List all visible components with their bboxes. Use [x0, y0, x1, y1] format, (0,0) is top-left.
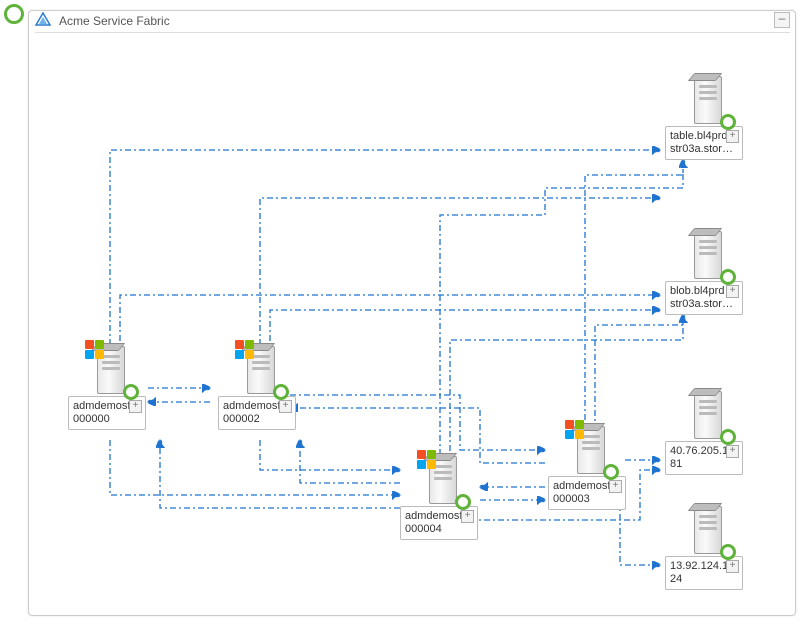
node-name-line2: str03a.stor…: [670, 143, 733, 155]
status-ring-icon: [123, 384, 139, 400]
status-ring-icon: [455, 494, 471, 510]
node-admdemosf-000000[interactable]: admdemosf 000000 +: [68, 340, 146, 430]
node-name-line1: admdemosf: [73, 400, 130, 412]
node-name-line2: 24: [670, 573, 682, 585]
node-label: admdemosf 000002 +: [218, 396, 296, 430]
node-label: admdemosf 000003 +: [548, 476, 626, 510]
node-ip-13-92-124-124[interactable]: 13.92.124.1 24 +: [665, 500, 743, 590]
expand-node-button[interactable]: +: [726, 560, 739, 573]
status-ring-icon: [603, 464, 619, 480]
node-label: 13.92.124.1 24 +: [665, 556, 743, 590]
server-icon: [680, 500, 728, 552]
server-icon: [415, 450, 463, 502]
expand-node-button[interactable]: +: [129, 400, 142, 413]
panel-title: Acme Service Fabric: [59, 14, 170, 28]
node-blob-storage[interactable]: blob.bl4prd str03a.stor… +: [665, 225, 743, 315]
server-icon: [680, 225, 728, 277]
expand-node-button[interactable]: +: [726, 445, 739, 458]
node-name-line2: 000003: [553, 493, 590, 505]
node-ip-40-76-205-181[interactable]: 40.76.205.1 81 +: [665, 385, 743, 475]
windows-icon: [565, 420, 587, 442]
windows-icon: [235, 340, 257, 362]
node-name-line1: table.bl4prd: [670, 130, 728, 142]
collapse-button[interactable]: –: [774, 12, 790, 28]
node-name-line1: admdemosf: [405, 510, 462, 522]
node-name-line1: 13.92.124.1: [670, 560, 728, 572]
status-ring-icon: [720, 269, 736, 285]
node-name-line1: admdemosf: [553, 480, 610, 492]
node-name-line2: 000000: [73, 413, 110, 425]
windows-icon: [85, 340, 107, 362]
server-icon: [83, 340, 131, 392]
panel-status-ring: [4, 4, 24, 24]
panel-header: Acme Service Fabric –: [35, 12, 790, 32]
server-icon: [680, 70, 728, 122]
server-icon: [680, 385, 728, 437]
status-ring-icon: [720, 544, 736, 560]
node-label: table.bl4prd str03a.stor… +: [665, 126, 743, 160]
node-name-line2: str03a.stor…: [670, 298, 733, 310]
node-label: admdemosf 000004 +: [400, 506, 478, 540]
expand-node-button[interactable]: +: [461, 510, 474, 523]
node-admdemosf-000004[interactable]: admdemosf 000004 +: [400, 450, 478, 540]
status-ring-icon: [273, 384, 289, 400]
node-table-storage[interactable]: table.bl4prd str03a.stor… +: [665, 70, 743, 160]
node-name-line1: 40.76.205.1: [670, 445, 728, 457]
node-label: admdemosf 000000 +: [68, 396, 146, 430]
windows-icon: [417, 450, 439, 472]
node-admdemosf-000002[interactable]: admdemosf 000002 +: [218, 340, 296, 430]
service-fabric-icon: [35, 12, 51, 28]
node-label: blob.bl4prd str03a.stor… +: [665, 281, 743, 315]
expand-node-button[interactable]: +: [726, 285, 739, 298]
node-name-line1: admdemosf: [223, 400, 280, 412]
node-name-line1: blob.bl4prd: [670, 285, 724, 297]
expand-node-button[interactable]: +: [279, 400, 292, 413]
server-icon: [563, 420, 611, 472]
node-admdemosf-000003[interactable]: admdemosf 000003 +: [548, 420, 626, 510]
status-ring-icon: [720, 114, 736, 130]
server-icon: [233, 340, 281, 392]
node-label: 40.76.205.1 81 +: [665, 441, 743, 475]
node-name-line2: 81: [670, 458, 682, 470]
expand-node-button[interactable]: +: [726, 130, 739, 143]
expand-node-button[interactable]: +: [609, 480, 622, 493]
node-name-line2: 000004: [405, 523, 442, 535]
header-divider: [35, 32, 790, 33]
status-ring-icon: [720, 429, 736, 445]
node-name-line2: 000002: [223, 413, 260, 425]
